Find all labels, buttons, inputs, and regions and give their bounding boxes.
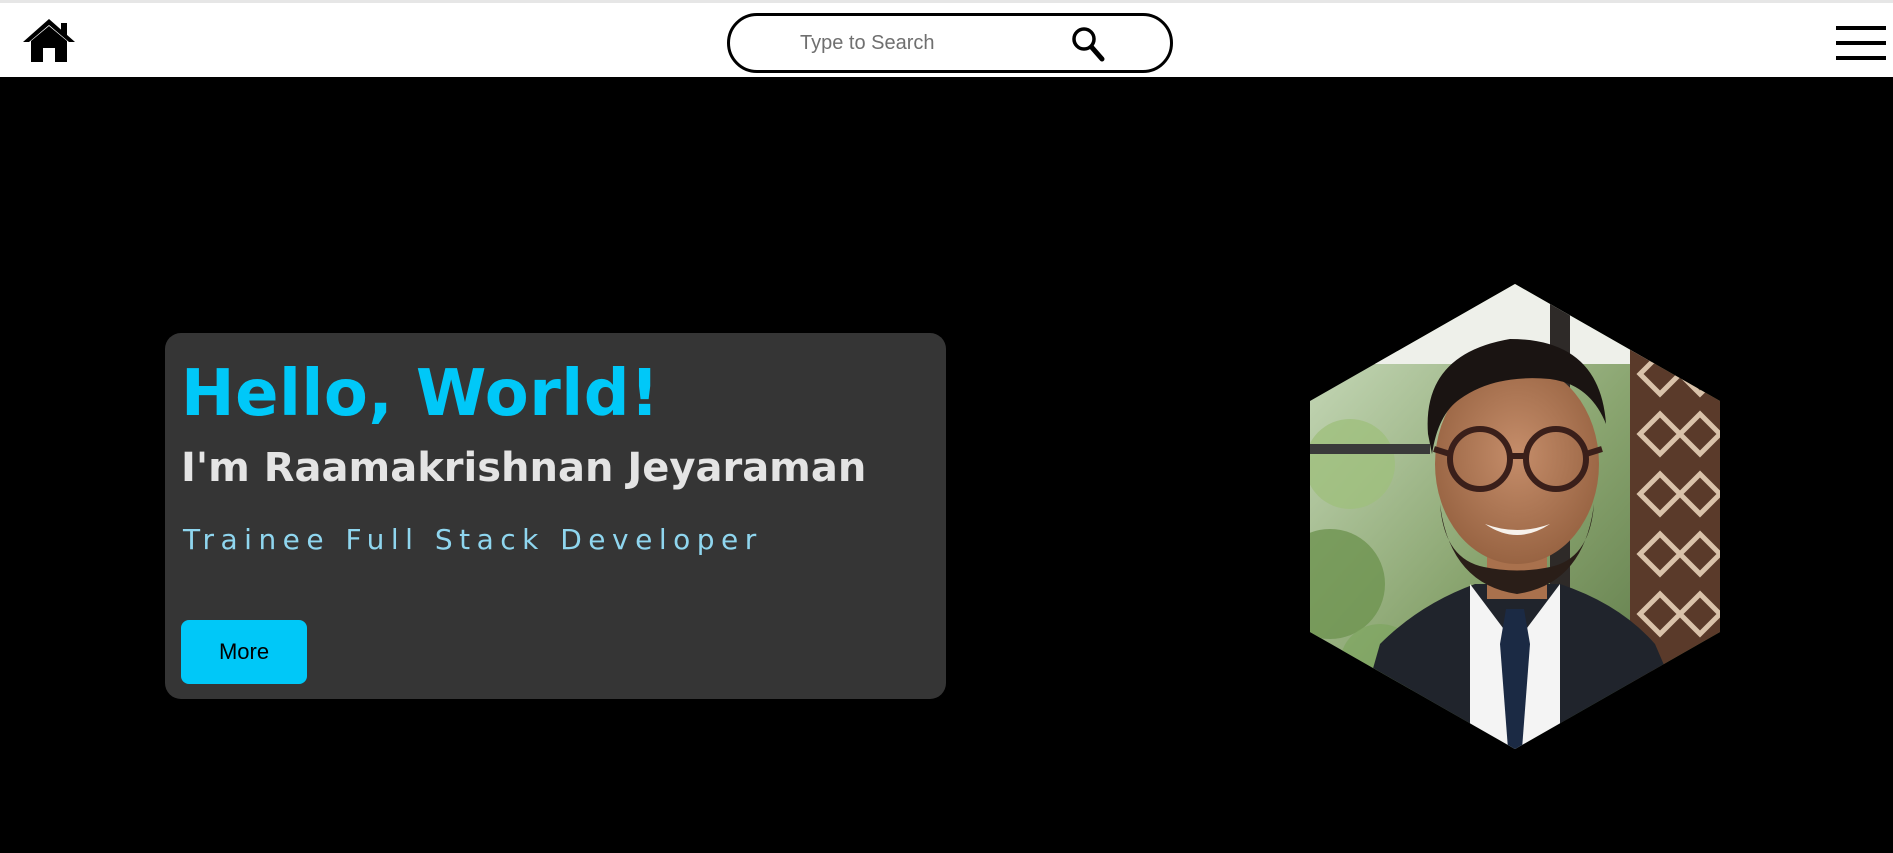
search-bar bbox=[727, 13, 1173, 73]
search-input[interactable] bbox=[800, 28, 1100, 58]
more-button[interactable]: More bbox=[181, 620, 307, 684]
intro-card: Hello, World! I'm Raamakrishnan Jeyarama… bbox=[165, 333, 946, 699]
hero-role: Trainee Full Stack Developer bbox=[183, 523, 763, 556]
hero-name: I'm Raamakrishnan Jeyaraman bbox=[181, 445, 867, 491]
menu-bar bbox=[1836, 26, 1886, 30]
menu-bar bbox=[1836, 56, 1886, 60]
top-navbar bbox=[0, 0, 1893, 77]
search-icon[interactable] bbox=[1071, 26, 1105, 62]
hamburger-menu-icon[interactable] bbox=[1836, 26, 1886, 62]
home-icon[interactable] bbox=[22, 17, 76, 63]
hero-greeting: Hello, World! bbox=[181, 357, 660, 431]
menu-bar bbox=[1836, 41, 1886, 45]
profile-photo bbox=[1310, 284, 1720, 749]
